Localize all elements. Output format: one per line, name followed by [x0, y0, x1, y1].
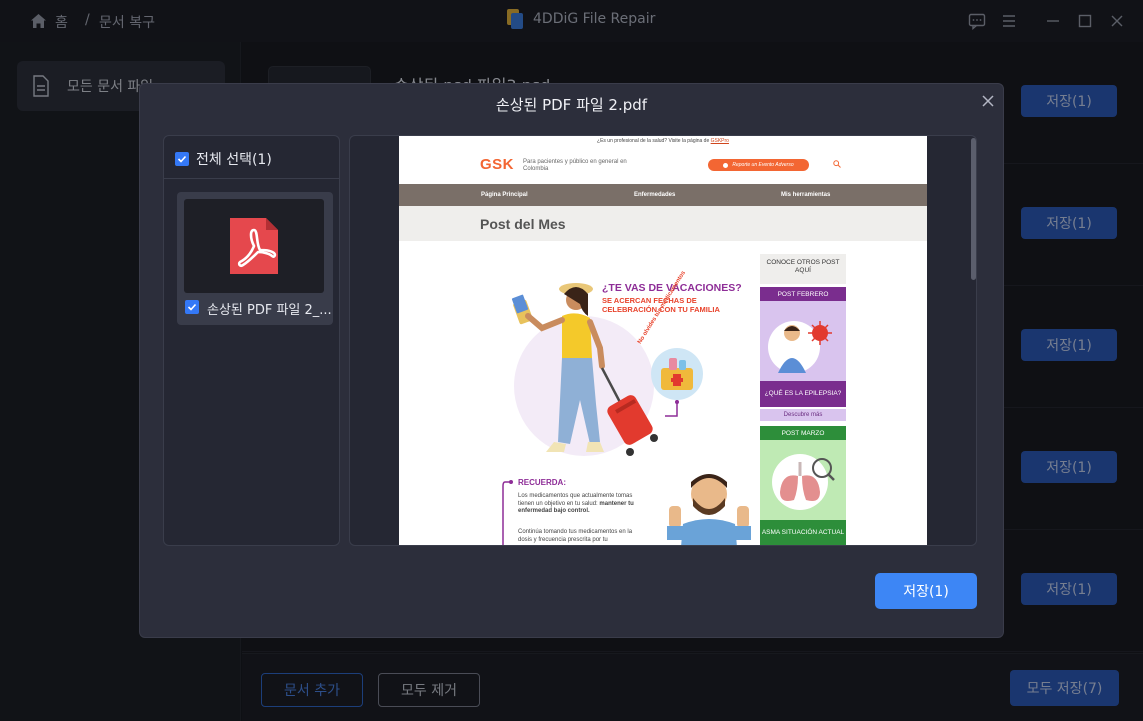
preview-scrollbar[interactable]	[971, 138, 976, 280]
search-icon	[833, 160, 841, 168]
asthma-caption: ASMA SITUACIÓN ACTUAL	[760, 520, 846, 545]
checkbox-checked-icon	[175, 152, 189, 166]
document-preview[interactable]: ¿Es un profesional de la salud? Visite l…	[349, 135, 977, 546]
pdf-page: ¿Es un profesional de la salud? Visite l…	[399, 136, 927, 545]
pdf-top-link: GSKPro	[710, 138, 729, 144]
save-button[interactable]: 저장(1)	[875, 573, 977, 609]
pdf-nav-item: Mis herramientas	[781, 192, 831, 198]
gsk-logo: GSK	[480, 156, 515, 173]
divider	[164, 178, 339, 179]
pdf-navbar: Página Principal Enfermedades Mis herram…	[399, 184, 927, 206]
recuerda-label: RECUERDA:	[518, 478, 566, 487]
close-icon[interactable]	[979, 92, 997, 110]
pdf-top-text: ¿Es un profesional de la salud? Visite l…	[597, 138, 710, 144]
thumbs-up-illustration	[667, 474, 751, 545]
file-thumbnail	[184, 199, 324, 293]
post-march-label: POST MARZO	[760, 426, 846, 440]
alert-icon	[723, 162, 729, 168]
file-select-panel: 전체 선택(1) 손상된 PDF 파일 2_...	[163, 135, 340, 546]
asthma-illustration	[760, 440, 846, 520]
post-february-label: POST FEBRERO	[760, 287, 846, 301]
file-card-name: 손상된 PDF 파일 2_...	[207, 303, 332, 318]
report-event-button: Reporte un Evento Adverso	[708, 159, 809, 171]
epilepsy-illustration	[760, 301, 846, 381]
select-all-label: 전체 선택(1)	[196, 152, 272, 168]
recuerda-body: Los medicamentos que actualmente tomas t…	[518, 493, 646, 516]
section-band	[399, 206, 927, 241]
select-all-checkbox[interactable]: 전체 선택(1)	[175, 149, 272, 169]
pdf-icon	[230, 218, 278, 274]
file-checkbox[interactable]	[185, 300, 199, 314]
dialog-title: 손상된 PDF 파일 2.pdf	[495, 96, 648, 114]
report-event-label: Reporte un Evento Adverso	[732, 162, 794, 168]
other-posts-header: CONOCE OTROS POST AQUÍ	[760, 254, 846, 284]
gsk-tagline: Para pacientes y público en general en C…	[523, 159, 627, 173]
pdf-nav-item: Página Principal	[481, 192, 528, 198]
pdf-top-banner: ¿Es un profesional de la salud? Visite l…	[399, 138, 927, 144]
medicine-bag-illustration	[651, 348, 703, 417]
pdf-nav-item: Enfermedades	[634, 192, 676, 198]
recuerda-bracket	[502, 480, 513, 545]
recuerda-body-2: Continúa tomando tus medicamentos en la …	[518, 529, 633, 543]
file-card[interactable]: 손상된 PDF 파일 2_...	[177, 192, 333, 325]
epilepsy-caption: ¿QUÉ ES LA EPILEPSIA?	[760, 381, 846, 407]
discover-more-link: Descubre más	[760, 409, 846, 421]
preview-dialog: 손상된 PDF 파일 2.pdf 전체 선택(1) 손상된 PDF 파일 2_.…	[139, 83, 1004, 638]
section-title: Post del Mes	[480, 216, 566, 232]
